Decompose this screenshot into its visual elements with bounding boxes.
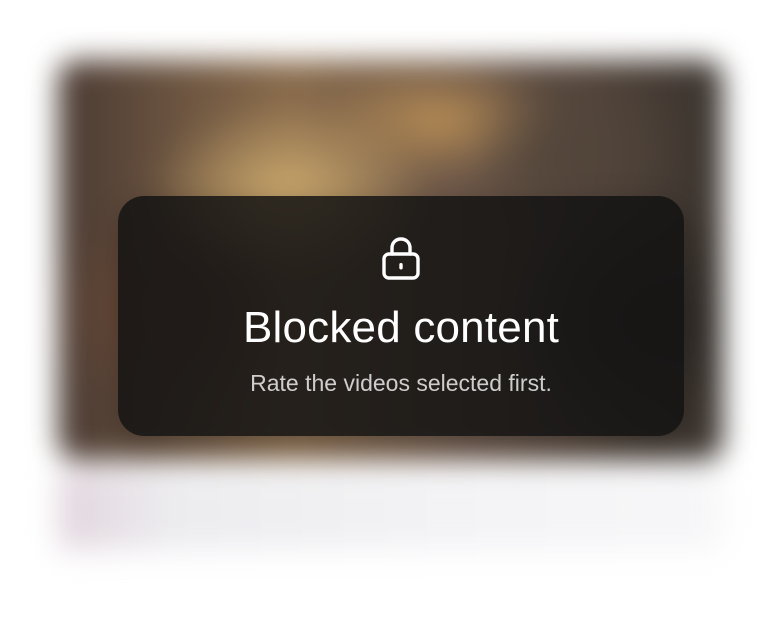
blocked-video-preview: Blocked content Rate the videos selected… xyxy=(0,0,768,633)
blocked-content-overlay: Blocked content Rate the videos selected… xyxy=(118,196,684,436)
lock-icon xyxy=(378,234,424,282)
blocked-content-title: Blocked content xyxy=(242,303,560,352)
blocked-content-message: Rate the videos selected first. xyxy=(250,370,552,396)
blurred-video-info-bar xyxy=(58,470,723,550)
